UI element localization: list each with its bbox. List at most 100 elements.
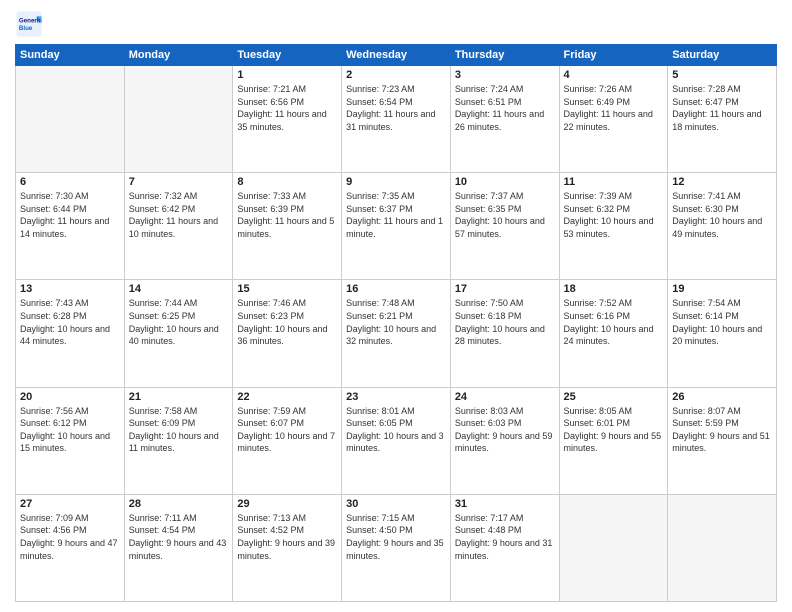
calendar-cell: 25 Sunrise: 8:05 AMSunset: 6:01 PMDayligh… bbox=[559, 387, 668, 494]
cell-sun-info: Sunrise: 8:05 AMSunset: 6:01 PMDaylight:… bbox=[564, 405, 664, 455]
cell-sun-info: Sunrise: 7:58 AMSunset: 6:09 PMDaylight:… bbox=[129, 405, 229, 455]
day-number: 16 bbox=[346, 283, 446, 295]
calendar-cell: 2 Sunrise: 7:23 AMSunset: 6:54 PMDaylight… bbox=[342, 66, 451, 173]
calendar-cell: 14 Sunrise: 7:44 AMSunset: 6:25 PMDayligh… bbox=[124, 280, 233, 387]
cell-sun-info: Sunrise: 7:43 AMSunset: 6:28 PMDaylight:… bbox=[20, 297, 120, 347]
weekday-friday: Friday bbox=[559, 45, 668, 66]
day-number: 30 bbox=[346, 498, 446, 510]
calendar-cell: 5Sunrise: 7:28 AMSunset: 6:47 PMDaylight… bbox=[668, 66, 777, 173]
cell-sun-info: Sunrise: 7:32 AMSunset: 6:42 PMDaylight:… bbox=[129, 190, 229, 240]
day-number: 4 bbox=[564, 69, 664, 81]
day-number: 26 bbox=[672, 391, 772, 403]
cell-sun-info: Sunrise: 7:44 AMSunset: 6:25 PMDaylight:… bbox=[129, 297, 229, 347]
day-number: 31 bbox=[455, 498, 555, 510]
cell-sun-info: Sunrise: 8:01 AMSunset: 6:05 PMDaylight:… bbox=[346, 405, 446, 455]
cell-sun-info: Sunrise: 7:50 AMSunset: 6:18 PMDaylight:… bbox=[455, 297, 555, 347]
cell-sun-info: Sunrise: 7:41 AMSunset: 6:30 PMDaylight:… bbox=[672, 190, 772, 240]
calendar-cell: 30Sunrise: 7:15 AMSunset: 4:50 PMDayligh… bbox=[342, 494, 451, 601]
calendar-cell bbox=[559, 494, 668, 601]
calendar-cell bbox=[668, 494, 777, 601]
calendar-cell bbox=[124, 66, 233, 173]
cell-sun-info: Sunrise: 7:24 AMSunset: 6:51 PMDaylight:… bbox=[455, 83, 555, 133]
day-number: 13 bbox=[20, 283, 120, 295]
calendar-cell: 13 Sunrise: 7:43 AMSunset: 6:28 PMDayligh… bbox=[16, 280, 125, 387]
cell-sun-info: Sunrise: 7:52 AMSunset: 6:16 PMDaylight:… bbox=[564, 297, 664, 347]
header: General Blue bbox=[15, 10, 777, 38]
cell-sun-info: Sunrise: 7:37 AMSunset: 6:35 PMDaylight:… bbox=[455, 190, 555, 240]
day-number: 23 bbox=[346, 391, 446, 403]
calendar-cell: 17 Sunrise: 7:50 AMSunset: 6:18 PMDayligh… bbox=[450, 280, 559, 387]
day-number: 22 bbox=[237, 391, 337, 403]
calendar-cell: 1 Sunrise: 7:21 AMSunset: 6:56 PMDaylight… bbox=[233, 66, 342, 173]
weekday-tuesday: Tuesday bbox=[233, 45, 342, 66]
calendar-cell: 11 Sunrise: 7:39 AMSunset: 6:32 PMDayligh… bbox=[559, 173, 668, 280]
cell-sun-info: Sunrise: 7:33 AMSunset: 6:39 PMDaylight:… bbox=[237, 190, 337, 240]
calendar-cell: 28 Sunrise: 7:11 AMSunset: 4:54 PMDayligh… bbox=[124, 494, 233, 601]
week-row-3: 13 Sunrise: 7:43 AMSunset: 6:28 PMDayligh… bbox=[16, 280, 777, 387]
day-number: 1 bbox=[237, 69, 337, 81]
day-number: 28 bbox=[129, 498, 229, 510]
calendar-cell: 18 Sunrise: 7:52 AMSunset: 6:16 PMDayligh… bbox=[559, 280, 668, 387]
calendar-cell: 26Sunrise: 8:07 AMSunset: 5:59 PMDayligh… bbox=[668, 387, 777, 494]
weekday-saturday: Saturday bbox=[668, 45, 777, 66]
calendar-cell: 27Sunrise: 7:09 AMSunset: 4:56 PMDayligh… bbox=[16, 494, 125, 601]
day-number: 8 bbox=[237, 176, 337, 188]
logo: General Blue bbox=[15, 10, 47, 38]
week-row-4: 20 Sunrise: 7:56 AMSunset: 6:12 PMDayligh… bbox=[16, 387, 777, 494]
day-number: 11 bbox=[564, 176, 664, 188]
calendar-cell: 16 Sunrise: 7:48 AMSunset: 6:21 PMDayligh… bbox=[342, 280, 451, 387]
calendar-cell bbox=[16, 66, 125, 173]
weekday-thursday: Thursday bbox=[450, 45, 559, 66]
week-row-1: 1 Sunrise: 7:21 AMSunset: 6:56 PMDaylight… bbox=[16, 66, 777, 173]
cell-sun-info: Sunrise: 7:21 AMSunset: 6:56 PMDaylight:… bbox=[237, 83, 337, 133]
cell-sun-info: Sunrise: 7:48 AMSunset: 6:21 PMDaylight:… bbox=[346, 297, 446, 347]
day-number: 9 bbox=[346, 176, 446, 188]
calendar-cell: 15Sunrise: 7:46 AMSunset: 6:23 PMDayligh… bbox=[233, 280, 342, 387]
cell-sun-info: Sunrise: 7:26 AMSunset: 6:49 PMDaylight:… bbox=[564, 83, 664, 133]
calendar-table: SundayMondayTuesdayWednesdayThursdayFrid… bbox=[15, 44, 777, 602]
calendar-cell: 29Sunrise: 7:13 AMSunset: 4:52 PMDayligh… bbox=[233, 494, 342, 601]
calendar-cell: 9 Sunrise: 7:35 AMSunset: 6:37 PMDaylight… bbox=[342, 173, 451, 280]
day-number: 25 bbox=[564, 391, 664, 403]
calendar-cell: 7Sunrise: 7:32 AMSunset: 6:42 PMDaylight… bbox=[124, 173, 233, 280]
day-number: 17 bbox=[455, 283, 555, 295]
calendar-cell: 20 Sunrise: 7:56 AMSunset: 6:12 PMDayligh… bbox=[16, 387, 125, 494]
cell-sun-info: Sunrise: 8:03 AMSunset: 6:03 PMDaylight:… bbox=[455, 405, 555, 455]
day-number: 3 bbox=[455, 69, 555, 81]
day-number: 14 bbox=[129, 283, 229, 295]
calendar-cell: 6 Sunrise: 7:30 AMSunset: 6:44 PMDaylight… bbox=[16, 173, 125, 280]
cell-sun-info: Sunrise: 7:23 AMSunset: 6:54 PMDaylight:… bbox=[346, 83, 446, 133]
day-number: 6 bbox=[20, 176, 120, 188]
day-number: 12 bbox=[672, 176, 772, 188]
cell-sun-info: Sunrise: 7:13 AMSunset: 4:52 PMDaylight:… bbox=[237, 512, 337, 562]
day-number: 18 bbox=[564, 283, 664, 295]
cell-sun-info: Sunrise: 7:56 AMSunset: 6:12 PMDaylight:… bbox=[20, 405, 120, 455]
day-number: 24 bbox=[455, 391, 555, 403]
cell-sun-info: Sunrise: 7:11 AMSunset: 4:54 PMDaylight:… bbox=[129, 512, 229, 562]
day-number: 10 bbox=[455, 176, 555, 188]
weekday-monday: Monday bbox=[124, 45, 233, 66]
cell-sun-info: Sunrise: 7:35 AMSunset: 6:37 PMDaylight:… bbox=[346, 190, 446, 240]
cell-sun-info: Sunrise: 7:28 AMSunset: 6:47 PMDaylight:… bbox=[672, 83, 772, 133]
day-number: 27 bbox=[20, 498, 120, 510]
day-number: 20 bbox=[20, 391, 120, 403]
cell-sun-info: Sunrise: 7:17 AMSunset: 4:48 PMDaylight:… bbox=[455, 512, 555, 562]
day-number: 2 bbox=[346, 69, 446, 81]
day-number: 21 bbox=[129, 391, 229, 403]
calendar-cell: 8 Sunrise: 7:33 AMSunset: 6:39 PMDaylight… bbox=[233, 173, 342, 280]
cell-sun-info: Sunrise: 7:30 AMSunset: 6:44 PMDaylight:… bbox=[20, 190, 120, 240]
week-row-2: 6 Sunrise: 7:30 AMSunset: 6:44 PMDaylight… bbox=[16, 173, 777, 280]
page: General Blue SundayMondayTuesdayWednesda… bbox=[0, 0, 792, 612]
weekday-sunday: Sunday bbox=[16, 45, 125, 66]
calendar-cell: 24 Sunrise: 8:03 AMSunset: 6:03 PMDayligh… bbox=[450, 387, 559, 494]
weekday-wednesday: Wednesday bbox=[342, 45, 451, 66]
calendar-cell: 12 Sunrise: 7:41 AMSunset: 6:30 PMDayligh… bbox=[668, 173, 777, 280]
calendar-cell: 3 Sunrise: 7:24 AMSunset: 6:51 PMDaylight… bbox=[450, 66, 559, 173]
calendar-cell: 31 Sunrise: 7:17 AMSunset: 4:48 PMDayligh… bbox=[450, 494, 559, 601]
calendar-cell: 4 Sunrise: 7:26 AMSunset: 6:49 PMDaylight… bbox=[559, 66, 668, 173]
cell-sun-info: Sunrise: 7:39 AMSunset: 6:32 PMDaylight:… bbox=[564, 190, 664, 240]
calendar-cell: 23 Sunrise: 8:01 AMSunset: 6:05 PMDayligh… bbox=[342, 387, 451, 494]
calendar-cell: 22Sunrise: 7:59 AMSunset: 6:07 PMDayligh… bbox=[233, 387, 342, 494]
cell-sun-info: Sunrise: 7:46 AMSunset: 6:23 PMDaylight:… bbox=[237, 297, 337, 347]
cell-sun-info: Sunrise: 7:54 AMSunset: 6:14 PMDaylight:… bbox=[672, 297, 772, 347]
